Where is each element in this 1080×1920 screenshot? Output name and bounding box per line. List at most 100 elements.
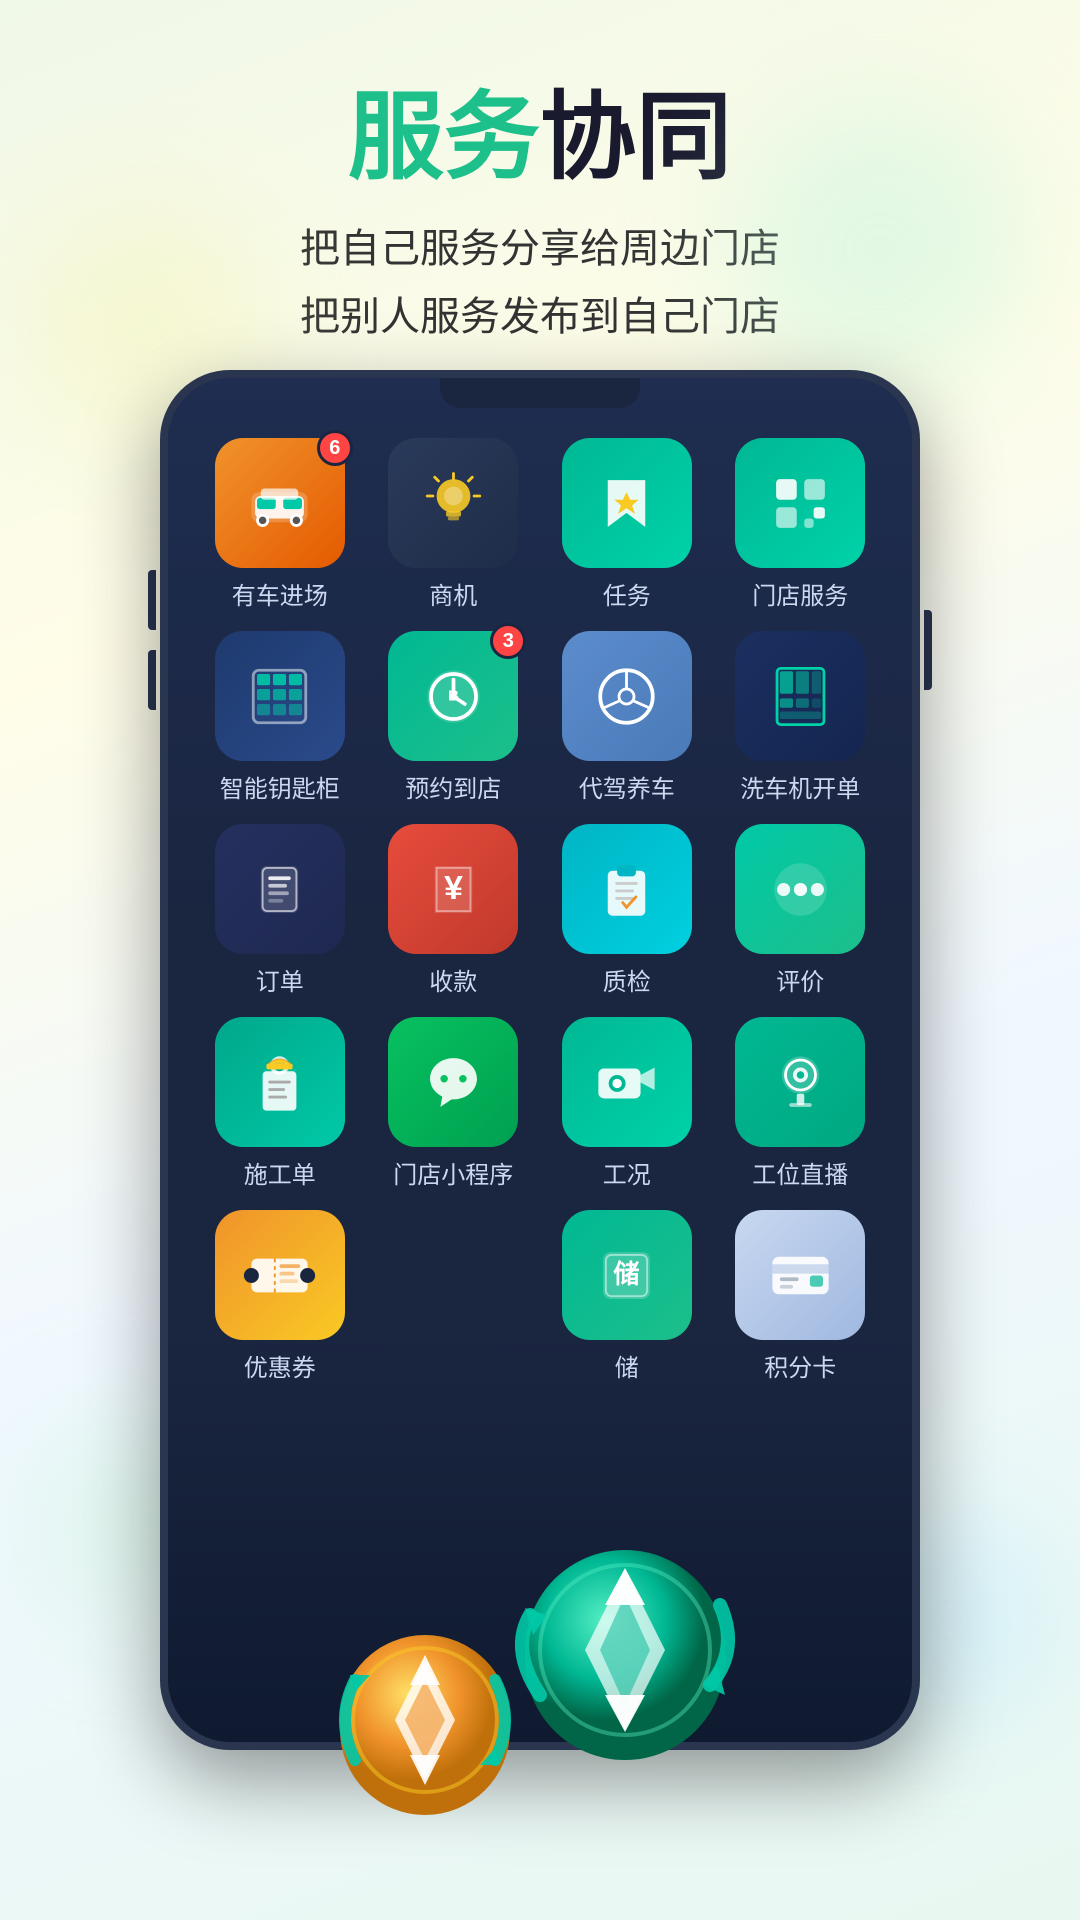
app-item-car-entry[interactable]: 6 有车进场: [198, 438, 362, 611]
app-icon-empty1: [388, 1210, 518, 1340]
label-car-entry: 有车进场: [232, 576, 328, 611]
app-icon-wrapper-task: [562, 438, 692, 568]
app-item-opportunity[interactable]: 商机: [372, 438, 536, 611]
app-icon-wrapper-valet: [562, 631, 692, 761]
app-item-valet[interactable]: 代驾养车: [545, 631, 709, 804]
app-item-coupon[interactable]: 优惠券: [198, 1210, 362, 1383]
app-item-review[interactable]: 评价: [719, 824, 883, 997]
storage-icon: 储: [589, 1238, 664, 1313]
app-icon-wrapper-car-entry: 6: [215, 438, 345, 568]
clipboard-icon: [589, 852, 664, 927]
label-work-order: 施工单: [244, 1155, 316, 1190]
phone-notch: [440, 378, 640, 408]
phone-wrapper: 6 有车进场: [160, 370, 920, 1770]
app-icon-store-service: [735, 438, 865, 568]
app-icon-work-order: [215, 1017, 345, 1147]
phone-vol-up: [148, 570, 156, 630]
app-icon-wrapper-points-card: [735, 1210, 865, 1340]
gold-coin: [325, 1620, 525, 1820]
app-icon-wrapper-washer: [735, 631, 865, 761]
label-station-live: 工位直播: [752, 1155, 848, 1190]
app-item-empty1: [372, 1210, 536, 1383]
clock-b-icon: B: [416, 659, 491, 734]
app-item-smart-key[interactable]: 智能钥匙柜: [198, 631, 362, 804]
label-task: 任务: [603, 576, 651, 611]
phone-power: [924, 610, 932, 690]
webcam-icon: [763, 1045, 838, 1120]
app-icon-review: [735, 824, 865, 954]
app-icon-order: [215, 824, 345, 954]
app-icon-wrapper-mini-program: [388, 1017, 518, 1147]
app-icon-wrapper-quality: [562, 824, 692, 954]
steering-icon: [589, 659, 664, 734]
label-valet: 代驾养车: [579, 769, 675, 804]
label-points-card: 积分卡: [764, 1348, 836, 1383]
svg-text:储: 储: [614, 1259, 640, 1289]
svg-text:B: B: [448, 687, 459, 704]
green-coin: [505, 1530, 745, 1770]
app-item-payment[interactable]: ¥ 收款: [372, 824, 536, 997]
app-icon-wrapper-review: [735, 824, 865, 954]
app-item-order[interactable]: 订单: [198, 824, 362, 997]
label-live-status: 工况: [603, 1155, 651, 1190]
app-icon-wrapper-appointment: B 3: [388, 631, 518, 761]
app-icon-wrapper-smart-key: [215, 631, 345, 761]
app-icon-wrapper-opportunity: [388, 438, 518, 568]
app-item-station-live[interactable]: 工位直播: [719, 1017, 883, 1190]
app-icon-valet: [562, 631, 692, 761]
label-quality: 质检: [603, 962, 651, 997]
app-icon-wrapper-work-order: [215, 1017, 345, 1147]
app-icon-wrapper-empty1: [388, 1210, 518, 1340]
label-appointment: 预约到店: [405, 769, 501, 804]
apps-grid: 6 有车进场: [198, 428, 882, 1383]
bulb-icon: [416, 466, 491, 541]
label-washer: 洗车机开单: [740, 769, 860, 804]
app-item-appointment[interactable]: B 3 预约到店: [372, 631, 536, 804]
app-item-points-card[interactable]: 积分卡: [719, 1210, 883, 1383]
app-item-store-service[interactable]: 门店服务: [719, 438, 883, 611]
coin-area: [265, 1450, 765, 1850]
app-icon-wrapper-store-service: [735, 438, 865, 568]
app-icon-mini-program: [388, 1017, 518, 1147]
app-icon-coupon: [215, 1210, 345, 1340]
app-icon-points-card: [735, 1210, 865, 1340]
app-icon-live-status: [562, 1017, 692, 1147]
app-icon-task: [562, 438, 692, 568]
bg-blob-1: [730, 100, 1030, 400]
wechat-mini-icon: [416, 1045, 491, 1120]
yuan-icon: ¥: [416, 852, 491, 927]
app-icon-payment: ¥: [388, 824, 518, 954]
card-icon: [763, 1238, 838, 1313]
label-opportunity: 商机: [429, 576, 477, 611]
app-item-washer[interactable]: 洗车机开单: [719, 631, 883, 804]
label-review: 评价: [776, 962, 824, 997]
app-icon-smart-key: [215, 631, 345, 761]
app-icon-wrapper-station-live: [735, 1017, 865, 1147]
title-dark: 协同: [540, 84, 732, 191]
keypad-icon: [242, 659, 317, 734]
app-item-quality[interactable]: 质检: [545, 824, 709, 997]
app-icon-wrapper-storage: 储: [562, 1210, 692, 1340]
phone-vol-down: [148, 650, 156, 710]
label-order: 订单: [256, 962, 304, 997]
app-icon-station-live: [735, 1017, 865, 1147]
coupon-icon: [242, 1238, 317, 1313]
label-mini-program: 门店小程序: [393, 1155, 513, 1190]
app-item-task[interactable]: 任务: [545, 438, 709, 611]
worker-icon: [242, 1045, 317, 1120]
dots-icon: [763, 852, 838, 927]
badge-car-entry: 6: [317, 430, 353, 466]
app-icon-wrapper-payment: ¥: [388, 824, 518, 954]
app-icon-wrapper-live-status: [562, 1017, 692, 1147]
app-item-live-status[interactable]: 工况: [545, 1017, 709, 1190]
app-item-mini-program[interactable]: 门店小程序: [372, 1017, 536, 1190]
list-icon: [242, 852, 317, 927]
grid-icon: [763, 466, 838, 541]
app-icon-opportunity: [388, 438, 518, 568]
label-store-service: 门店服务: [752, 576, 848, 611]
app-icon-wrapper-order: [215, 824, 345, 954]
app-item-storage[interactable]: 储 储: [545, 1210, 709, 1383]
app-icon-storage: 储: [562, 1210, 692, 1340]
app-item-work-order[interactable]: 施工单: [198, 1017, 362, 1190]
app-icon-washer: [735, 631, 865, 761]
